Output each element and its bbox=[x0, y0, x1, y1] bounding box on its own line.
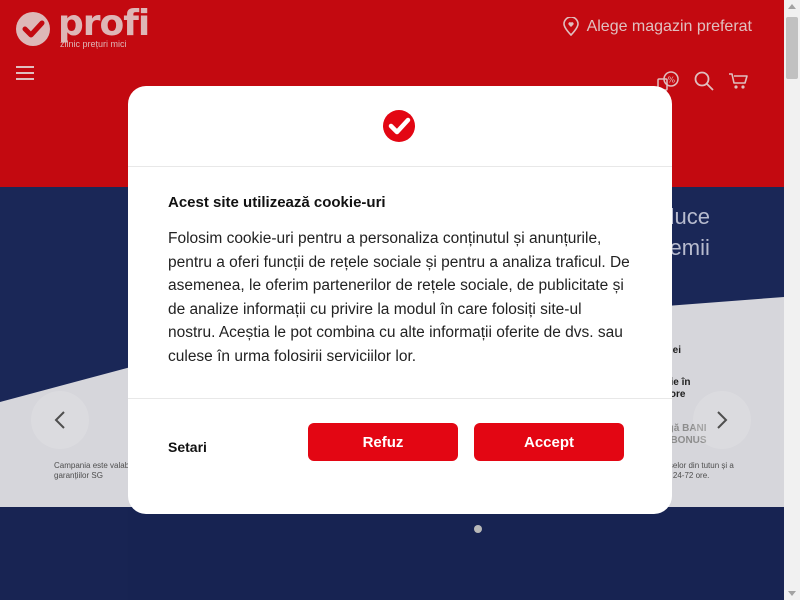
scroll-down-arrow[interactable] bbox=[788, 591, 796, 596]
accept-button[interactable]: Accept bbox=[474, 423, 624, 461]
scroll-up-arrow[interactable] bbox=[788, 4, 796, 9]
settings-link[interactable]: Setari bbox=[168, 439, 207, 455]
dialog-header bbox=[128, 86, 672, 167]
refuse-button[interactable]: Refuz bbox=[308, 423, 458, 461]
cookie-consent-dialog: Acest site utilizează cookie-uri Folosim… bbox=[128, 86, 672, 514]
check-logo-icon bbox=[383, 110, 415, 142]
dialog-text: Folosim cookie-uri pentru a personaliza … bbox=[168, 230, 630, 365]
dialog-body: Acest site utilizează cookie-uri Folosim… bbox=[128, 167, 672, 399]
scrollbar[interactable] bbox=[784, 0, 800, 600]
scroll-thumb[interactable] bbox=[786, 17, 798, 79]
dialog-title: Acest site utilizează cookie-uri bbox=[168, 194, 386, 211]
dialog-footer: Setari Refuz Accept bbox=[128, 399, 672, 513]
